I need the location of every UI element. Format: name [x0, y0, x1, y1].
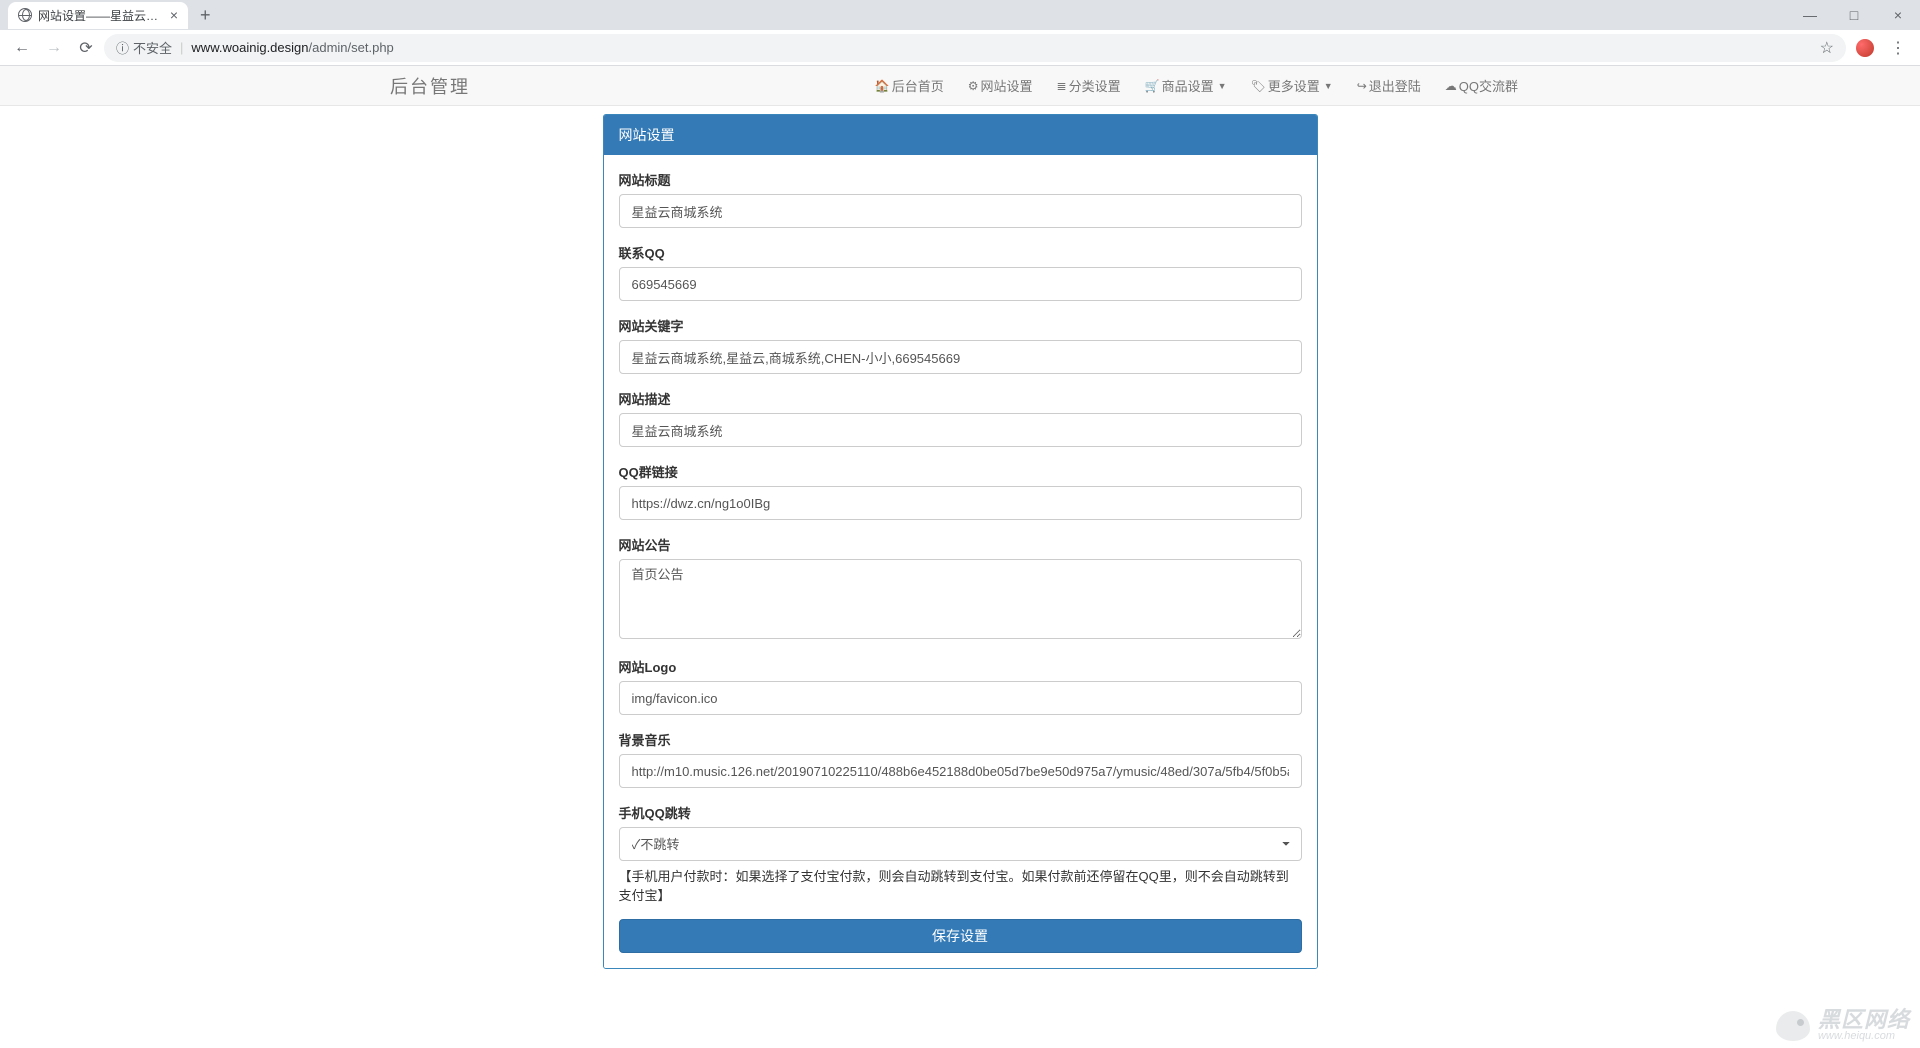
- tag-icon: 🏷: [1251, 79, 1266, 93]
- admin-navbar: 后台管理 🏠后台首页 ⚙网站设置 ≣分类设置 🛒商品设置▼ 🏷更多设置▼ ↪退出…: [0, 66, 1920, 106]
- label-description: 网站描述: [619, 389, 1302, 408]
- cart-icon: 🛒: [1145, 79, 1160, 93]
- back-button[interactable]: ←: [8, 34, 36, 62]
- label-bgm: 背景音乐: [619, 730, 1302, 749]
- list-icon: ≣: [1057, 79, 1067, 93]
- chevron-down-icon: ▼: [1324, 81, 1333, 91]
- brand: 后台管理: [390, 73, 470, 99]
- nav-more[interactable]: 🏷更多设置▼: [1239, 66, 1345, 106]
- logout-icon: ↪: [1357, 79, 1367, 93]
- home-icon: 🏠: [875, 79, 890, 93]
- qq-jump-select[interactable]: ✓不跳转: [619, 827, 1302, 861]
- nav-items: 🏠后台首页 ⚙网站设置 ≣分类设置 🛒商品设置▼ 🏷更多设置▼ ↪退出登陆 ☁Q…: [863, 66, 1530, 106]
- url-field[interactable]: ⓘ 不安全 | www.woainig.design/admin/set.php…: [104, 34, 1846, 62]
- bookmark-icon[interactable]: ☆: [1820, 38, 1834, 58]
- nav-site-settings[interactable]: ⚙网站设置: [956, 66, 1045, 106]
- tab-bar: 网站设置——星益云商城系统 × + — □ ×: [0, 0, 1920, 30]
- label-logo: 网站Logo: [619, 657, 1302, 676]
- qq-group-link-input[interactable]: [619, 486, 1302, 520]
- tab-title: 网站设置——星益云商城系统: [38, 7, 160, 24]
- close-window-button[interactable]: ×: [1876, 0, 1920, 30]
- bgm-input[interactable]: [619, 754, 1302, 788]
- panel-body: 网站标题 联系QQ 网站关键字 网站描述 QQ群链接: [604, 155, 1317, 968]
- settings-panel: 网站设置 网站标题 联系QQ 网站关键字 网站描述: [603, 114, 1318, 969]
- reload-button[interactable]: ⟳: [72, 34, 100, 62]
- label-contact-qq: 联系QQ: [619, 243, 1302, 262]
- window-controls: — □ ×: [1788, 0, 1920, 30]
- extension-icon[interactable]: [1856, 39, 1874, 57]
- save-button[interactable]: 保存设置: [619, 919, 1302, 953]
- globe-icon: [18, 8, 32, 22]
- new-tab-button[interactable]: +: [188, 5, 223, 26]
- forward-button[interactable]: →: [40, 34, 68, 62]
- browser-chrome: 网站设置——星益云商城系统 × + — □ × ← → ⟳ ⓘ 不安全 | ww…: [0, 0, 1920, 66]
- qq-jump-help: 【手机用户付款时：如果选择了支付宝付款，则会自动跳转到支付宝。如果付款前还停留在…: [619, 866, 1302, 904]
- nav-logout[interactable]: ↪退出登陆: [1345, 66, 1433, 106]
- menu-icon[interactable]: ⋮: [1884, 38, 1912, 58]
- logo-input[interactable]: [619, 681, 1302, 715]
- nav-category[interactable]: ≣分类设置: [1045, 66, 1133, 106]
- minimize-button[interactable]: —: [1788, 0, 1832, 30]
- panel-title: 网站设置: [604, 115, 1317, 155]
- gear-icon: ⚙: [968, 79, 979, 93]
- maximize-button[interactable]: □: [1832, 0, 1876, 30]
- security-warning: ⓘ 不安全: [116, 38, 172, 57]
- label-site-title: 网站标题: [619, 170, 1302, 189]
- description-input[interactable]: [619, 413, 1302, 447]
- keywords-input[interactable]: [619, 340, 1302, 374]
- nav-products[interactable]: 🛒商品设置▼: [1133, 66, 1239, 106]
- label-qq-group-link: QQ群链接: [619, 462, 1302, 481]
- url-text: www.woainig.design/admin/set.php: [191, 40, 393, 55]
- label-keywords: 网站关键字: [619, 316, 1302, 335]
- site-title-input[interactable]: [619, 194, 1302, 228]
- page-viewport: 后台管理 🏠后台首页 ⚙网站设置 ≣分类设置 🛒商品设置▼ 🏷更多设置▼ ↪退出…: [0, 66, 1920, 1048]
- nav-home[interactable]: 🏠后台首页: [863, 66, 956, 106]
- label-announcement: 网站公告: [619, 535, 1302, 554]
- address-bar: ← → ⟳ ⓘ 不安全 | www.woainig.design/admin/s…: [0, 30, 1920, 66]
- content: 网站设置 网站标题 联系QQ 网站关键字 网站描述: [603, 114, 1318, 969]
- chevron-down-icon: ▼: [1218, 81, 1227, 91]
- announcement-input[interactable]: 首页公告: [619, 559, 1302, 639]
- label-qq-jump: 手机QQ跳转: [619, 803, 1302, 822]
- cloud-icon: ☁: [1445, 79, 1457, 93]
- browser-tab[interactable]: 网站设置——星益云商城系统 ×: [8, 2, 188, 29]
- nav-qq-group[interactable]: ☁QQ交流群: [1433, 66, 1530, 106]
- contact-qq-input[interactable]: [619, 267, 1302, 301]
- close-icon[interactable]: ×: [170, 7, 178, 23]
